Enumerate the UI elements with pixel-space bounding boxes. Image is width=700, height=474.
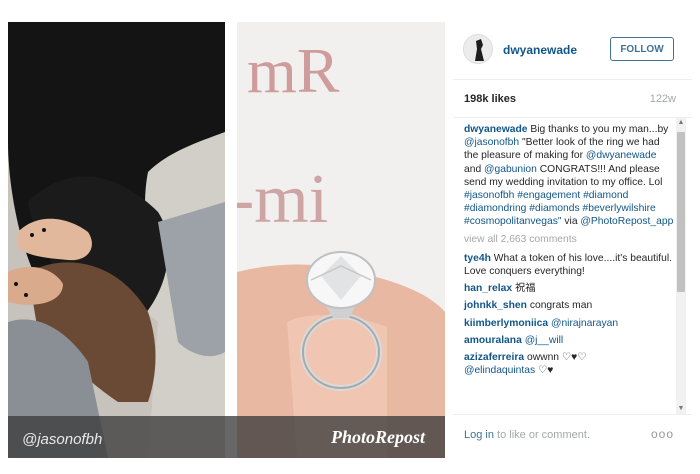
comment-text: 祝福 bbox=[512, 283, 536, 295]
caption-user[interactable]: dwyanewade bbox=[464, 124, 528, 135]
follow-button[interactable]: FOLLOW bbox=[610, 37, 674, 61]
comment-text: What a token of his love....it's beautif… bbox=[464, 252, 673, 278]
comment-item: kiimberlymoniica @nirajnarayan bbox=[464, 317, 674, 330]
comment-item: han_relax 祝福 bbox=[464, 282, 674, 295]
comment-text: owwnn ♡♥♡ bbox=[524, 352, 587, 364]
photorepost-logo: PhotoRepost bbox=[330, 427, 425, 447]
photo-letters-top: mR bbox=[247, 35, 340, 106]
comment-user[interactable]: kiimberlymoniica bbox=[464, 318, 548, 329]
mention-link[interactable]: @gabunion bbox=[484, 164, 537, 175]
comment-item: johnkk_shen congrats man bbox=[464, 299, 674, 312]
comment-user[interactable]: azizaferreira bbox=[464, 352, 524, 363]
login-prompt: Log in to like or comment. bbox=[464, 429, 590, 441]
login-prompt-text: to like or comment. bbox=[493, 429, 590, 441]
comment-user[interactable]: amouralana bbox=[464, 335, 522, 346]
comment-item: amouralana @j__will bbox=[464, 334, 674, 347]
likes-count[interactable]: 198k likes bbox=[464, 93, 516, 105]
post-sidebar: dwyanewade FOLLOW 198k likes 122w dwyane… bbox=[453, 22, 692, 458]
comment-user[interactable]: johnkk_shen bbox=[464, 300, 527, 311]
post-footer: Log in to like or comment. ooo bbox=[453, 414, 692, 458]
comment-user[interactable]: han_relax bbox=[464, 283, 512, 294]
comment-item: tye4h What a token of his love....it's b… bbox=[464, 252, 674, 278]
comment-item: azizaferreira owwnn ♡♥♡ @elindaquintas ♡♥ bbox=[464, 351, 674, 377]
comment-text-tail: ♡♥ bbox=[535, 365, 554, 377]
avatar-icon bbox=[464, 35, 492, 63]
photo-right-ring: mR -mi bbox=[237, 22, 445, 458]
credit-handle: @jasonofbh bbox=[22, 431, 103, 448]
comment-user[interactable]: tye4h bbox=[464, 253, 491, 264]
photo-letters-mid: -mi bbox=[237, 161, 328, 238]
caption-text-1: Big thanks to you my man...by bbox=[527, 124, 669, 135]
couple-illustration bbox=[8, 22, 225, 458]
header-username[interactable]: dwyanewade bbox=[503, 43, 577, 57]
scroll-up-arrow-icon[interactable]: ▲ bbox=[676, 118, 686, 128]
ring-illustration: mR -mi bbox=[237, 22, 445, 458]
mention-link[interactable]: @elindaquintas bbox=[464, 365, 535, 376]
caption-text-5: via bbox=[561, 216, 581, 228]
post-header: dwyanewade FOLLOW bbox=[453, 22, 692, 80]
mention-link[interactable]: @j__will bbox=[525, 335, 564, 346]
comments-list[interactable]: dwyanewade Big thanks to you my man...by… bbox=[453, 118, 692, 414]
mention-link[interactable]: @nirajnarayan bbox=[551, 318, 618, 329]
mention-link[interactable]: @jasonofbh bbox=[464, 137, 519, 148]
comments-scrollbar[interactable]: ▲ ▼ bbox=[676, 118, 686, 414]
caption: dwyanewade Big thanks to you my man...by… bbox=[464, 123, 674, 229]
scroll-thumb[interactable] bbox=[677, 132, 685, 292]
view-all-comments-link[interactable]: view all 2,663 comments bbox=[464, 233, 674, 246]
mention-link[interactable]: @PhotoRepost_app bbox=[580, 216, 673, 227]
more-options-icon[interactable]: ooo bbox=[651, 427, 674, 441]
comment-text: congrats man bbox=[526, 300, 593, 312]
caption-text-3: and bbox=[464, 163, 485, 175]
photo-left-couple bbox=[8, 22, 225, 458]
likes-row: 198k likes 122w bbox=[453, 80, 692, 118]
post-age[interactable]: 122w bbox=[650, 93, 676, 105]
avatar[interactable] bbox=[463, 34, 493, 64]
post-photo[interactable]: mR -mi @jasonofbh PhotoRepost bbox=[8, 22, 445, 458]
credit-bar: @jasonofbh PhotoRepost bbox=[8, 416, 445, 458]
login-link[interactable]: Log in bbox=[464, 429, 494, 441]
scroll-down-arrow-icon[interactable]: ▼ bbox=[676, 404, 686, 414]
mention-link[interactable]: @dwyanewade bbox=[586, 150, 657, 161]
